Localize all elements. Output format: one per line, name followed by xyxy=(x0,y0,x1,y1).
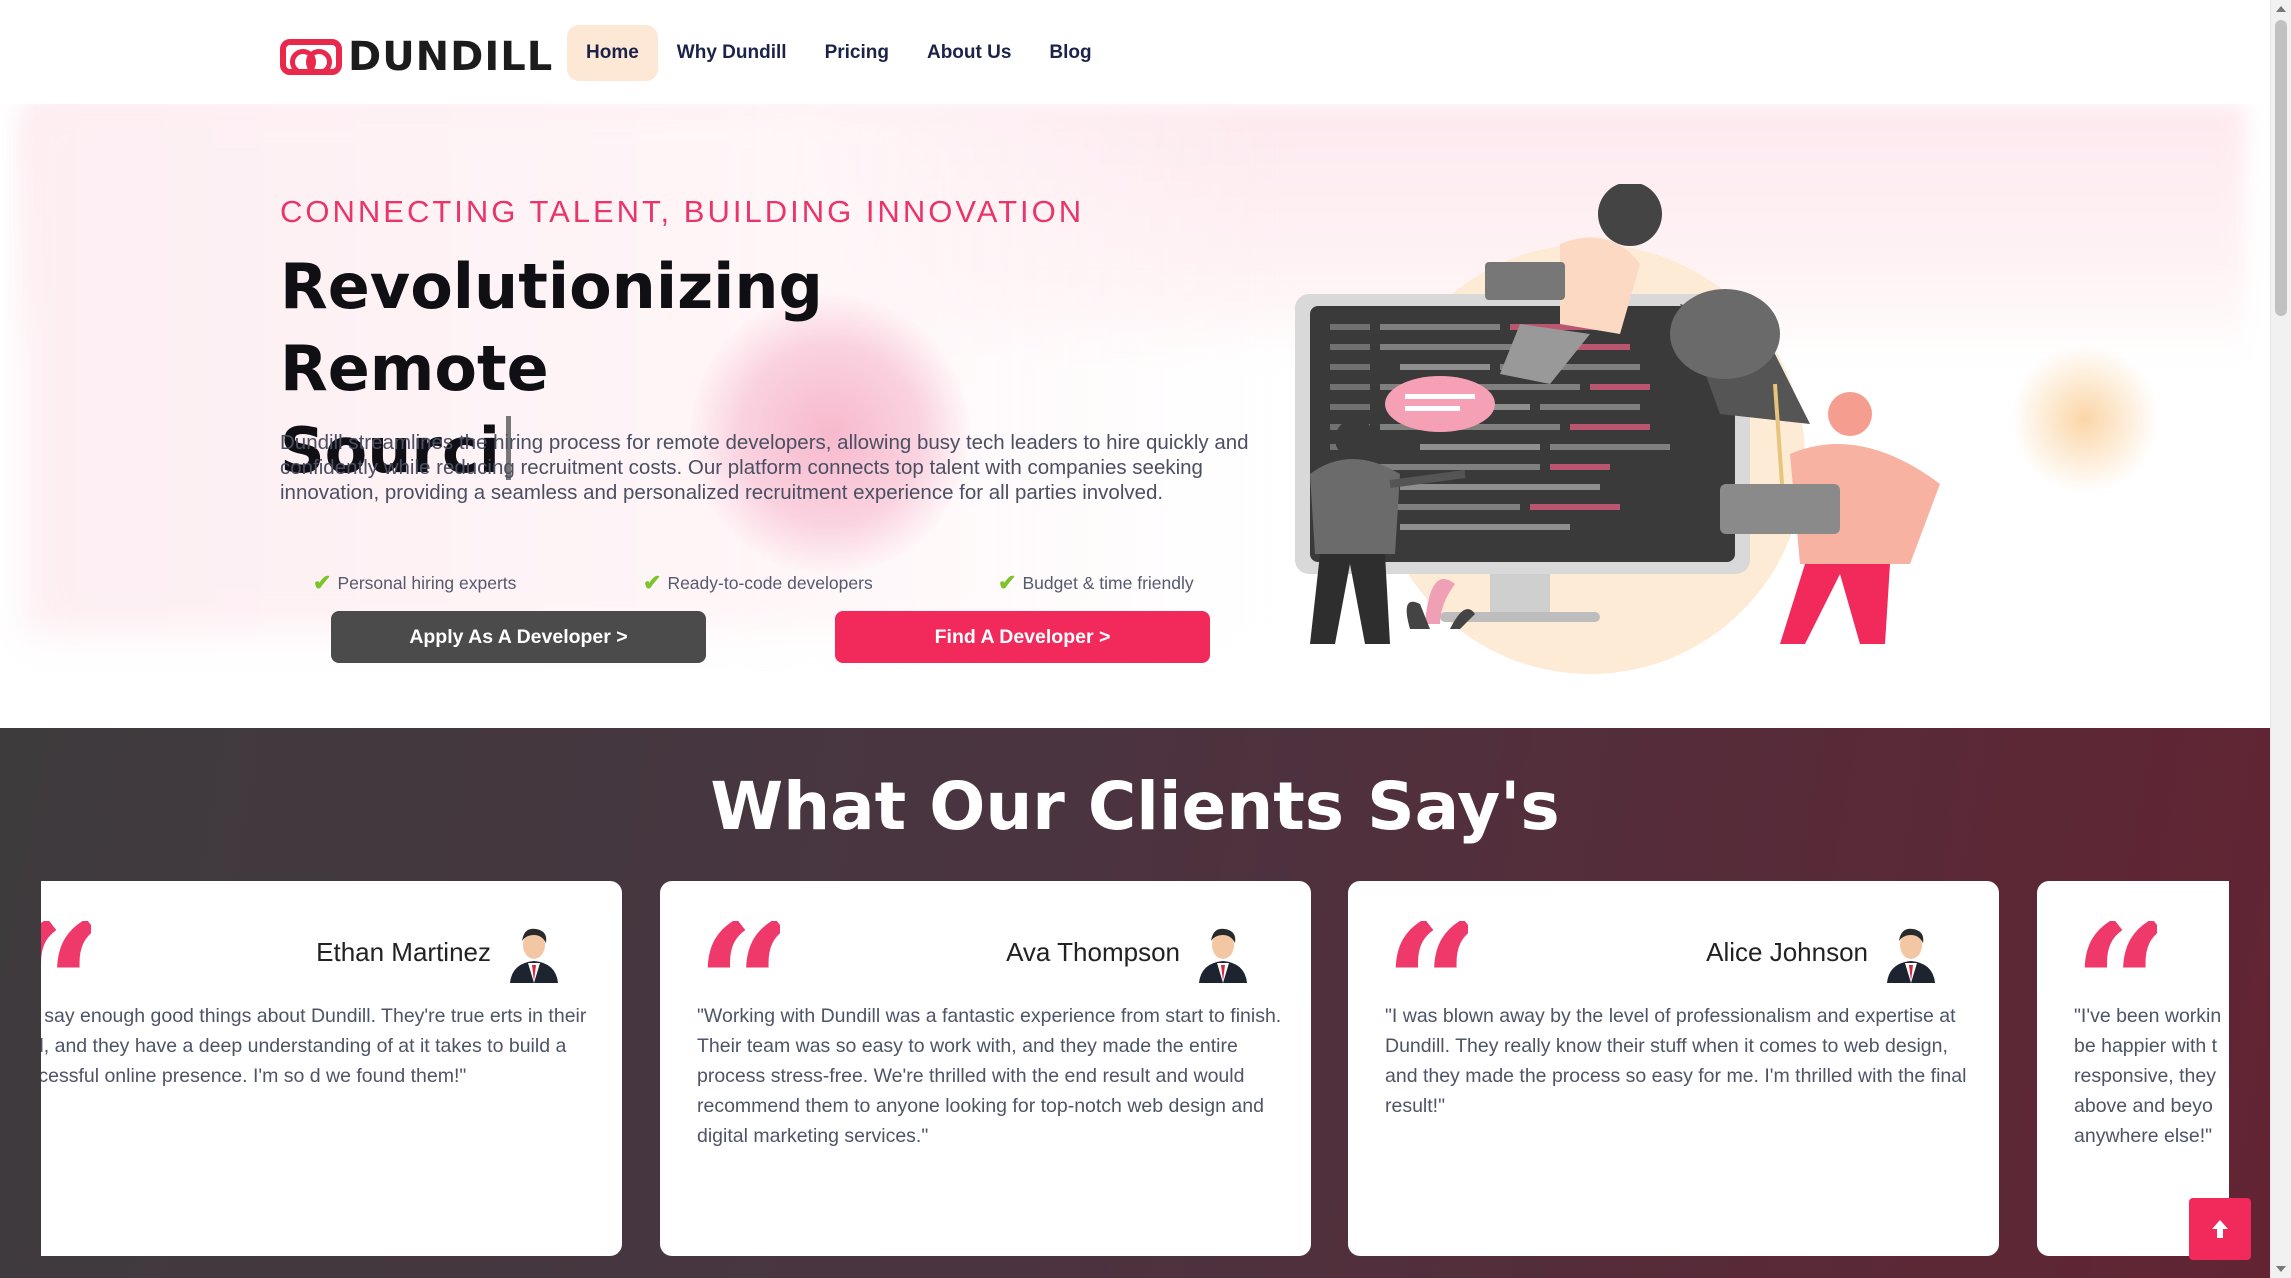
check-icon: ✔ xyxy=(998,570,1017,595)
quote-icon: “ xyxy=(1384,921,1468,991)
person-woman-head xyxy=(1598,184,1662,246)
check-icon: ✔ xyxy=(313,570,332,595)
testimonial-text: an't say enough good things about Dundil… xyxy=(41,1005,587,1087)
page-scrollbar[interactable] xyxy=(2270,0,2291,1278)
client-name: Ethan Martinez xyxy=(316,937,491,967)
feature-item: ✔ Personal hiring experts xyxy=(313,570,643,596)
quote-icon: “ xyxy=(696,921,780,991)
quote-icon: “ xyxy=(41,921,91,991)
client-name: Alice Johnson xyxy=(1706,937,1868,967)
hero-features: ✔ Personal hiring experts ✔ Ready-to-cod… xyxy=(313,570,1298,596)
quote-icon: “ xyxy=(2073,921,2157,991)
monitor-stand xyxy=(1490,574,1550,614)
testimonial-card: “ Ethan Martinez an't say enough good th… xyxy=(41,881,622,1256)
brand-name: DUNDILL xyxy=(348,34,554,80)
testimonials-title: What Our Clients Say's xyxy=(710,768,1560,845)
nav-item-why-dundill[interactable]: Why Dundill xyxy=(658,25,806,81)
person-man-left-head xyxy=(1335,419,1375,459)
hero-headline-line1: Revolutionizing Remote xyxy=(280,250,823,405)
avatar-icon xyxy=(1199,928,1247,983)
scroll-down-arrow-icon[interactable] xyxy=(2276,1266,2286,1272)
testimonial-text: "I was blown away by the level of profes… xyxy=(1385,1005,1967,1117)
laptop-right-icon xyxy=(1720,484,1840,534)
hero-section: CONNECTING TALENT, BUILDING INNOVATION R… xyxy=(0,104,2270,728)
feature-label: Budget & time friendly xyxy=(1022,572,1194,593)
decorative-blob-orange xyxy=(2010,344,2160,494)
find-developer-button[interactable]: Find A Developer > xyxy=(835,611,1210,663)
logo-mark-icon xyxy=(280,39,342,75)
scrollbar-thumb[interactable] xyxy=(2275,20,2287,316)
check-icon: ✔ xyxy=(643,570,662,595)
brand-logo[interactable]: DUNDILL xyxy=(280,34,553,80)
nav-item-about-us[interactable]: About Us xyxy=(908,25,1030,81)
top-navbar: DUNDILL Home Why Dundill Pricing About U… xyxy=(0,0,2270,104)
feature-label: Personal hiring experts xyxy=(337,572,517,593)
testimonials-section: What Our Clients Say's “ Ethan Martinez … xyxy=(0,728,2270,1278)
avatar-icon xyxy=(1887,928,1935,983)
nav-links: Home Why Dundill Pricing About Us Blog xyxy=(567,25,1111,81)
testimonials-carousel[interactable]: “ Ethan Martinez an't say enough good th… xyxy=(41,881,2229,1261)
testimonial-card: “ Alice Johnson "I was blown away by the… xyxy=(1348,881,1999,1256)
testimonial-text: "Working with Dundill was a fantastic ex… xyxy=(697,1005,1282,1147)
hero-illustration xyxy=(1295,184,1940,674)
hero-description: Dundill streamlines the hiring process f… xyxy=(280,431,1249,504)
nav-item-blog[interactable]: Blog xyxy=(1030,25,1110,81)
laptop-icon xyxy=(1485,262,1565,300)
testimonial-text: "I've been workin be happier with t resp… xyxy=(2074,1005,2222,1147)
feature-item: ✔ Budget & time friendly xyxy=(998,570,1298,596)
person-woman-right-head xyxy=(1828,392,1872,436)
scroll-to-top-button[interactable] xyxy=(2189,1198,2251,1260)
feature-item: ✔ Ready-to-code developers xyxy=(643,570,998,596)
person-man-left-body xyxy=(1310,459,1400,554)
nav-item-pricing[interactable]: Pricing xyxy=(806,25,908,81)
avatar-icon xyxy=(510,928,558,983)
scroll-up-arrow-icon[interactable] xyxy=(2276,6,2286,12)
client-name: Ava Thompson xyxy=(1006,937,1180,967)
nav-item-home[interactable]: Home xyxy=(567,25,658,81)
speech-bubble-icon xyxy=(1385,376,1495,432)
apply-as-developer-button[interactable]: Apply As A Developer > xyxy=(331,611,706,663)
testimonial-card: “ Ava Thompson "Working with Dundill was… xyxy=(660,881,1311,1256)
hero-eyebrow: CONNECTING TALENT, BUILDING INNOVATION xyxy=(280,194,1085,229)
feature-label: Ready-to-code developers xyxy=(667,572,873,593)
arrow-up-icon xyxy=(2212,1220,2228,1238)
